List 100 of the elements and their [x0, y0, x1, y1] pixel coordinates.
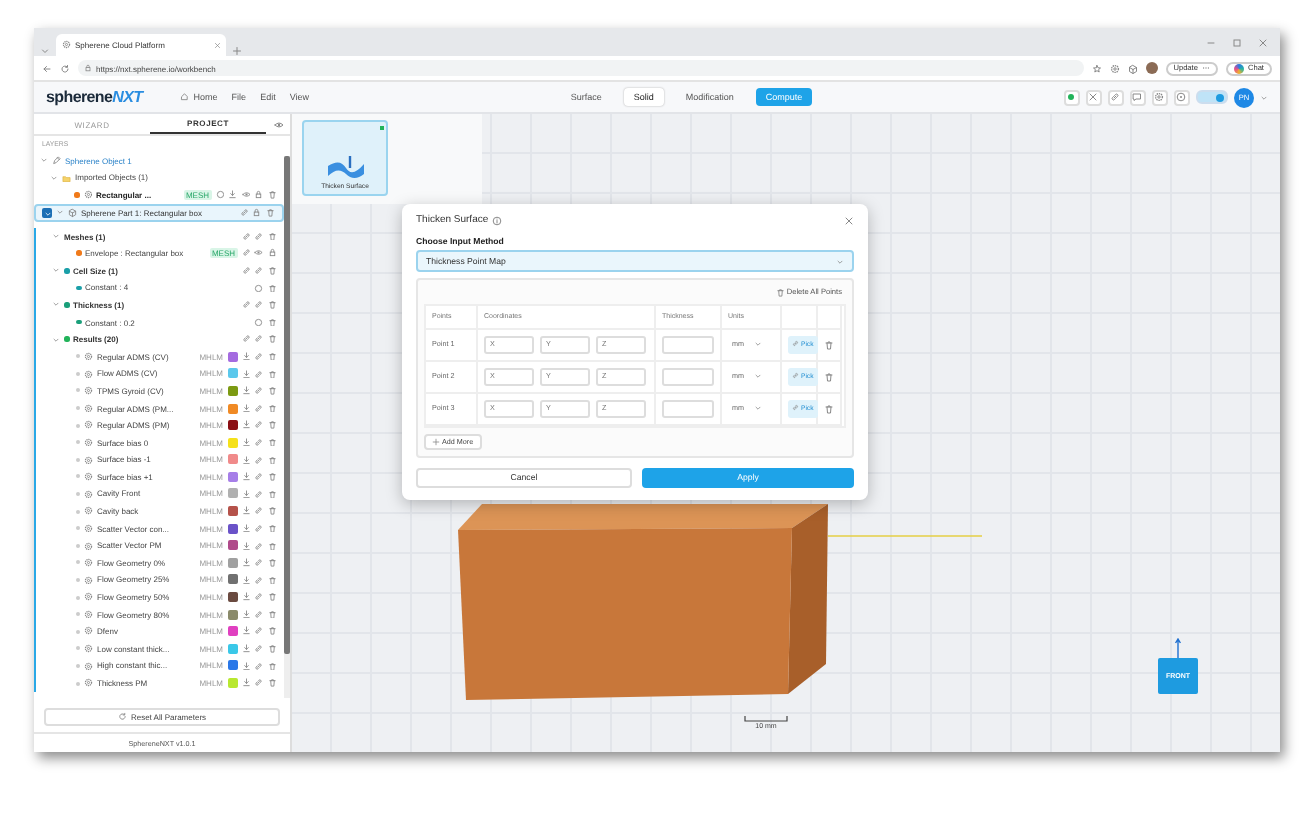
download-icon[interactable] [241, 369, 250, 379]
trash-icon[interactable] [267, 437, 276, 447]
color-swatch[interactable] [227, 368, 237, 379]
link-icon[interactable] [254, 644, 263, 654]
trash-icon[interactable] [267, 455, 276, 465]
color-swatch[interactable] [227, 403, 237, 414]
link-icon[interactable] [241, 334, 250, 344]
download-icon[interactable] [241, 541, 250, 551]
trash-icon[interactable] [267, 609, 276, 619]
link-icon[interactable] [241, 248, 250, 258]
link-icon[interactable] [254, 334, 263, 344]
link-icon[interactable] [241, 300, 250, 310]
link-icon[interactable] [254, 386, 263, 396]
link-icon[interactable] [254, 351, 263, 361]
color-swatch[interactable] [227, 660, 237, 671]
color-swatch[interactable] [227, 454, 237, 465]
trash-icon[interactable] [824, 371, 834, 381]
download-icon[interactable] [241, 420, 250, 430]
download-icon[interactable] [228, 190, 237, 200]
info-icon[interactable] [492, 215, 503, 225]
color-swatch[interactable] [227, 523, 237, 534]
download-icon[interactable] [241, 523, 250, 533]
new-tab-icon[interactable] [232, 46, 242, 56]
color-swatch[interactable] [227, 592, 237, 603]
trash-icon[interactable] [267, 386, 276, 396]
download-icon[interactable] [241, 558, 250, 568]
trash-icon[interactable] [824, 339, 834, 349]
link-icon[interactable] [254, 300, 263, 310]
link-icon[interactable] [254, 489, 263, 499]
link-icon[interactable] [254, 369, 263, 379]
trash-icon[interactable] [267, 420, 276, 430]
trash-icon[interactable] [267, 626, 276, 636]
download-icon[interactable] [241, 592, 250, 602]
trash-icon[interactable] [267, 351, 276, 361]
link-icon[interactable] [254, 626, 263, 636]
tool-button[interactable] [1107, 89, 1124, 105]
lock-icon[interactable] [252, 208, 261, 218]
lock-icon[interactable] [254, 190, 263, 200]
ring-icon[interactable] [215, 190, 224, 200]
trash-icon[interactable] [265, 208, 274, 218]
profile-avatar[interactable] [1145, 62, 1158, 74]
link-icon[interactable] [254, 506, 263, 516]
eye-icon[interactable] [273, 119, 283, 129]
checkbox[interactable] [42, 207, 52, 218]
link-icon[interactable] [254, 575, 263, 585]
color-swatch[interactable] [227, 506, 237, 517]
link-icon[interactable] [241, 231, 250, 241]
link-icon[interactable] [254, 558, 263, 568]
gear-icon[interactable] [1109, 63, 1120, 73]
trash-icon[interactable] [267, 266, 276, 276]
trash-icon[interactable] [267, 558, 276, 568]
download-icon[interactable] [241, 489, 250, 499]
link-icon[interactable] [241, 266, 250, 276]
link-icon[interactable] [254, 266, 263, 276]
download-icon[interactable] [241, 626, 250, 636]
link-icon[interactable] [254, 403, 263, 413]
link-icon[interactable] [254, 472, 263, 482]
color-swatch[interactable] [227, 471, 237, 482]
color-swatch[interactable] [227, 540, 237, 551]
close-icon[interactable] [213, 41, 220, 49]
trash-icon[interactable] [267, 661, 276, 671]
download-icon[interactable] [241, 386, 250, 396]
download-icon[interactable] [241, 678, 250, 688]
color-swatch[interactable] [227, 385, 237, 396]
trash-icon[interactable] [267, 592, 276, 602]
link-icon[interactable] [254, 420, 263, 430]
thickness-field[interactable] [662, 399, 714, 417]
link-icon[interactable] [254, 523, 263, 533]
color-swatch[interactable] [227, 351, 237, 362]
download-icon[interactable] [241, 437, 250, 447]
color-swatch[interactable] [227, 488, 237, 499]
trash-icon[interactable] [267, 334, 276, 344]
back-icon[interactable] [42, 63, 52, 73]
scrollbar[interactable] [284, 156, 290, 698]
thickness-field[interactable] [662, 367, 714, 385]
color-swatch[interactable] [227, 557, 237, 568]
tool-button[interactable] [1151, 89, 1168, 105]
download-icon[interactable] [241, 609, 250, 619]
trash-icon[interactable] [267, 541, 276, 551]
trash-icon[interactable] [267, 403, 276, 413]
link-icon[interactable] [254, 437, 263, 447]
close-icon[interactable] [1258, 37, 1268, 47]
eye-icon[interactable] [254, 248, 263, 258]
trash-icon[interactable] [267, 190, 276, 200]
trash-icon[interactable] [267, 644, 276, 654]
theme-toggle[interactable] [1195, 90, 1228, 104]
trash-icon[interactable] [267, 678, 276, 688]
download-icon[interactable] [241, 472, 250, 482]
tool-button[interactable] [1173, 89, 1190, 105]
star-icon[interactable] [1091, 63, 1102, 73]
trash-icon[interactable] [267, 283, 276, 293]
minimize-icon[interactable] [1206, 37, 1216, 47]
tool-button[interactable] [1085, 89, 1102, 105]
close-icon[interactable] [844, 215, 854, 225]
download-icon[interactable] [241, 644, 250, 654]
ring-icon[interactable] [254, 283, 263, 293]
color-swatch[interactable] [227, 626, 237, 637]
trash-icon[interactable] [267, 523, 276, 533]
link-icon[interactable] [254, 661, 263, 671]
tool-button[interactable] [1129, 89, 1146, 105]
